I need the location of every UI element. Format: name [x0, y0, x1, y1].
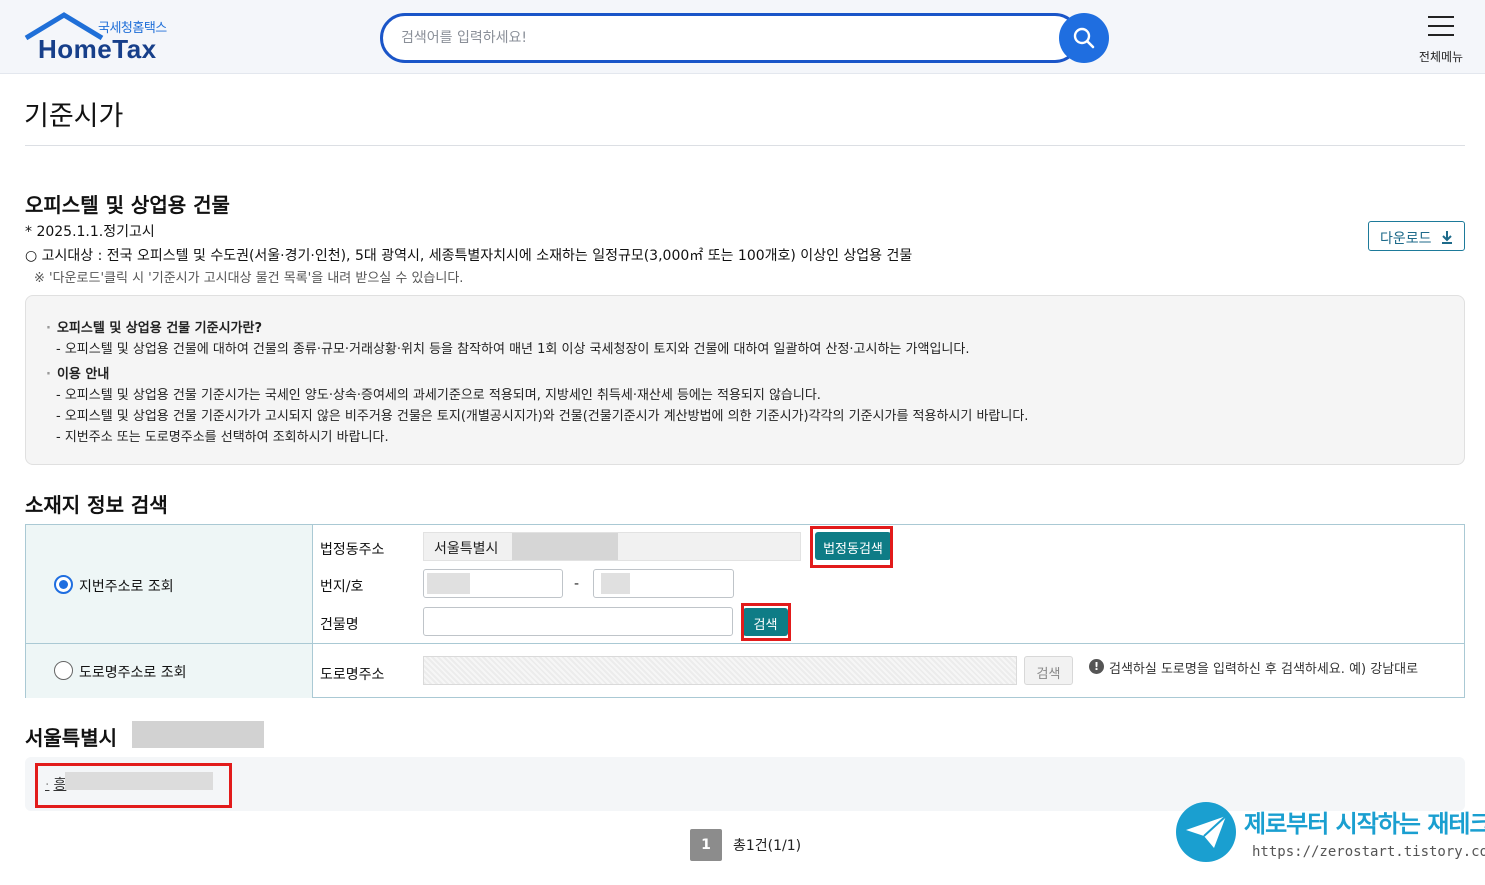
watermark-title: 제로부터 시작하는 재테크	[1244, 810, 1485, 838]
legal-address-field: 서울특별시	[423, 532, 801, 561]
redacted-region	[427, 573, 470, 594]
building-name-input[interactable]	[423, 607, 733, 636]
pagination-total: 총1건(1/1)	[733, 838, 802, 854]
full-menu-label: 전체메뉴	[1418, 50, 1464, 64]
top-header: 국세청홈택스 HomeTax 전체메뉴	[0, 0, 1485, 74]
legal-address-label: 법정동주소	[320, 542, 385, 558]
hamburger-icon	[1428, 16, 1454, 43]
highlight-frame	[35, 763, 232, 808]
bunji-separator: -	[574, 576, 580, 592]
notice-target: ○ 고시대상 : 전국 오피스텔 및 수도권(서울·경기·인천), 5대 광역시…	[25, 248, 913, 264]
full-menu-button[interactable]: 전체메뉴	[1410, 12, 1472, 66]
download-notice: ※ '다운로드'클릭 시 '기준시가 고시대상 물건 목록'을 내려 받으실 수…	[34, 271, 464, 286]
bunji-label: 번지/호	[320, 579, 364, 595]
search-icon	[1073, 27, 1095, 49]
bunji-main-input[interactable]	[423, 569, 563, 598]
search-section-title: 소재지 정보 검색	[25, 493, 168, 517]
address-search-table: 지번주소로 조회 법정동주소 서울특별시 법정동검색 번지/호 - 건물명 검색…	[25, 524, 1465, 698]
info-definition-text: - 오피스텔 및 상업용 건물에 대하여 건물의 종류·규모·거래상황·위치 등…	[56, 342, 970, 357]
radio-jibun-label[interactable]: 지번주소로 조회	[79, 576, 174, 596]
road-search-button-disabled: 검색	[1024, 656, 1073, 685]
building-name-label: 건물명	[320, 617, 359, 633]
section-title: 오피스텔 및 상업용 건물	[25, 193, 230, 217]
hometax-logo[interactable]: 국세청홈택스 HomeTax	[24, 12, 184, 66]
download-button-label: 다운로드	[1380, 231, 1432, 247]
redacted-region	[601, 573, 630, 594]
jibun-option-cell: 지번주소로 조회	[26, 525, 313, 643]
notice-date: * 2025.1.1.정기고시	[25, 224, 155, 240]
road-search-hint: 검색하실 도로명을 입력하신 후 검색하세요. 예) 강남대로	[1109, 662, 1419, 677]
paper-plane-logo	[1176, 802, 1236, 862]
info-usage-text-2: - 오피스텔 및 상업용 건물 기준시가가 고시되지 않은 비주거용 건물은 토…	[56, 409, 1029, 424]
paper-plane-icon	[1186, 815, 1227, 848]
logo-wordmark: HomeTax	[38, 34, 157, 64]
info-alert-icon: !	[1089, 659, 1104, 674]
global-search-box	[380, 13, 1080, 63]
radio-road-label[interactable]: 도로명주소로 조회	[79, 662, 187, 682]
title-divider	[25, 145, 1465, 146]
page-title: 기준시가	[24, 101, 124, 132]
info-usage-text-3: - 지번주소 또는 도로명주소를 선택하여 조회하시기 바랍니다.	[56, 430, 389, 445]
redacted-region	[132, 721, 264, 748]
info-heading-definition: 오피스텔 및 상업용 건물 기준시가란?	[46, 317, 262, 336]
bunji-sub-input[interactable]	[593, 569, 734, 598]
legal-address-value: 서울특별시	[434, 541, 499, 557]
info-box: 오피스텔 및 상업용 건물 기준시가란? - 오피스텔 및 상업용 건물에 대하…	[25, 295, 1465, 465]
road-search-row: 도로명주소로 조회 도로명주소 검색 ! 검색하실 도로명을 입력하신 후 검색…	[26, 644, 1464, 698]
road-option-cell: 도로명주소로 조회	[26, 644, 313, 698]
road-address-input-disabled	[423, 656, 1017, 685]
radio-jibun[interactable]	[54, 575, 73, 594]
result-title: 서울특별시	[25, 726, 117, 750]
radio-road[interactable]	[54, 661, 73, 680]
info-usage-text-1: - 오피스텔 및 상업용 건물 기준시가는 국세인 양도·상속·증여세의 과세기…	[56, 388, 821, 403]
search-button[interactable]	[1059, 13, 1109, 63]
highlight-frame	[741, 603, 791, 641]
pagination-page-1[interactable]: 1	[690, 829, 722, 861]
download-icon	[1442, 231, 1452, 244]
download-button[interactable]: 다운로드	[1368, 221, 1465, 251]
road-address-label: 도로명주소	[320, 667, 385, 683]
redacted-region	[512, 533, 618, 560]
jibun-search-row: 지번주소로 조회 법정동주소 서울특별시 법정동검색 번지/호 - 건물명 검색	[26, 525, 1464, 644]
highlight-frame	[810, 526, 893, 568]
watermark-url: https://zerostart.tistory.com/	[1252, 844, 1485, 860]
blog-watermark: 제로부터 시작하는 재테크 https://zerostart.tistory.…	[1176, 800, 1485, 870]
search-input[interactable]	[401, 26, 1041, 50]
info-heading-usage: 이용 안내	[46, 363, 109, 382]
